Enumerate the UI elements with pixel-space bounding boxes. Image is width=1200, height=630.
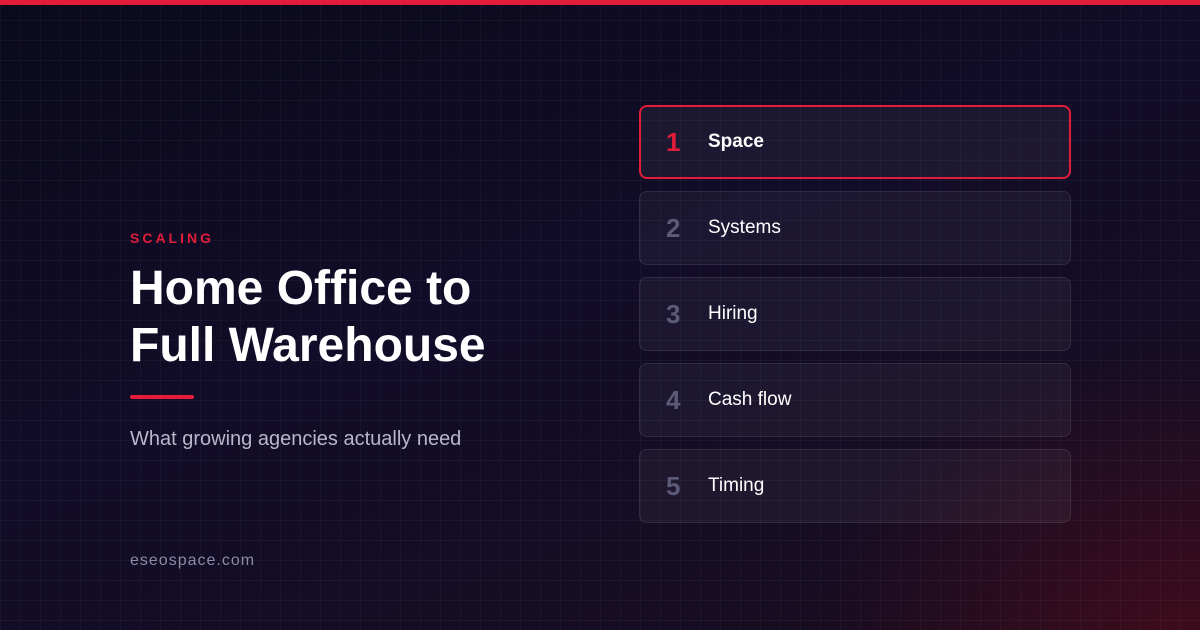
social-card: SCALING Home Office to Full Warehouse Wh…: [0, 0, 1200, 630]
step-number: 1: [666, 126, 681, 157]
step-number: 3: [666, 298, 681, 329]
page-title: Home Office to Full Warehouse: [130, 260, 570, 374]
step-item-space: 1 Space: [639, 105, 1071, 179]
site-url: eseospace.com: [130, 552, 256, 569]
title-divider: [130, 395, 194, 399]
step-number: 2: [666, 212, 681, 243]
step-item-cash-flow: 4 Cash flow: [639, 363, 1071, 437]
step-number: 4: [666, 384, 681, 415]
steps-list: 1 Space 2 Systems 3 Hiring 4 Cash flow 5…: [639, 105, 1071, 535]
eyebrow-label: SCALING: [130, 230, 214, 246]
subtitle: What growing agencies actually need: [130, 428, 462, 450]
step-label: Systems: [708, 217, 781, 238]
step-label: Space: [708, 131, 764, 152]
step-item-systems: 2 Systems: [639, 191, 1071, 265]
step-number: 5: [666, 470, 681, 501]
step-item-timing: 5 Timing: [639, 449, 1071, 523]
title-line-1: Home Office to: [130, 262, 472, 315]
title-line-2: Full Warehouse: [130, 319, 486, 372]
top-accent-bar: [0, 0, 1200, 5]
step-label: Hiring: [708, 303, 758, 324]
step-label: Timing: [708, 475, 765, 496]
step-label: Cash flow: [708, 389, 792, 410]
step-item-hiring: 3 Hiring: [639, 277, 1071, 351]
